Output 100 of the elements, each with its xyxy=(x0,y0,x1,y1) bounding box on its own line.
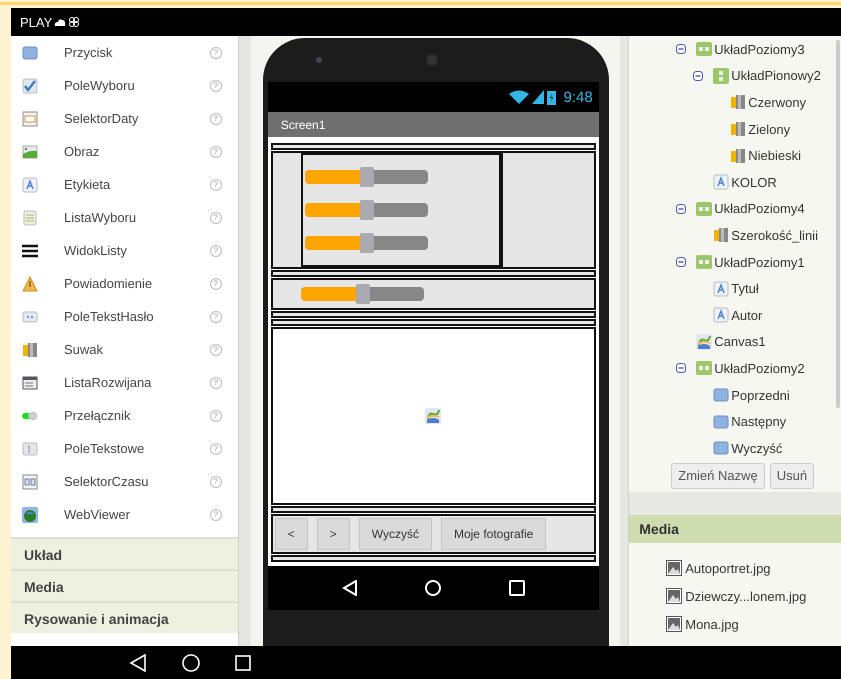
button-icon xyxy=(22,44,38,60)
tree-item[interactable]: UkładPoziomy1 xyxy=(714,254,805,270)
slider-icon xyxy=(730,148,746,164)
canvas[interactable] xyxy=(270,327,596,505)
button-icon xyxy=(713,387,730,404)
slider[interactable] xyxy=(304,170,428,184)
tree-button[interactable]: Zmień Nazwę xyxy=(671,462,765,488)
collapse-icon[interactable] xyxy=(676,44,686,54)
tree-item[interactable]: Canvas1 xyxy=(714,334,766,350)
palette-item[interactable]: WidokListy xyxy=(64,243,210,258)
media-header: Media xyxy=(629,515,841,543)
tree-item[interactable]: UkładPoziomy4 xyxy=(714,201,805,216)
button-icon xyxy=(713,440,730,456)
status-time: 9:48 xyxy=(564,88,593,106)
collapse-icon[interactable] xyxy=(676,257,686,268)
palette-item[interactable]: SelektorDaty xyxy=(64,111,210,126)
tree-item[interactable]: Poprzedni xyxy=(731,388,790,403)
tree-item[interactable]: UkładPoziomy3 xyxy=(714,42,805,57)
home-icon[interactable] xyxy=(182,654,200,672)
palette-section[interactable]: Układ xyxy=(10,537,238,569)
palette-item[interactable]: Suwak xyxy=(64,342,210,357)
tree-item[interactable]: UkładPoziomy2 xyxy=(714,360,805,376)
clock-icon xyxy=(22,474,38,490)
collapse-icon[interactable] xyxy=(676,363,686,374)
password-icon xyxy=(22,308,38,324)
slider[interactable] xyxy=(300,287,424,301)
palette-section[interactable]: Media xyxy=(10,569,238,601)
arrangement-icon xyxy=(696,41,712,58)
palette-item[interactable]: PoleTekstHasło xyxy=(64,309,210,324)
palette-item[interactable]: PoleWyboru xyxy=(64,78,210,93)
signal-icon xyxy=(532,90,544,104)
header-title: PLAY xyxy=(20,14,52,30)
palette-item[interactable]: ListaWyboru xyxy=(64,210,210,225)
palette-item[interactable]: ListaRozwijana xyxy=(64,375,210,390)
dropdown-icon xyxy=(22,374,38,390)
battery-icon xyxy=(546,90,556,104)
calendar-icon xyxy=(22,110,38,126)
canvas-icon xyxy=(425,408,442,424)
slider-thumb[interactable] xyxy=(360,232,374,253)
slider[interactable] xyxy=(304,202,428,217)
media-file[interactable]: Mona.jpg xyxy=(685,616,739,632)
slider-thumb[interactable] xyxy=(356,284,370,304)
image-icon xyxy=(22,144,38,160)
canvas-icon xyxy=(696,334,712,350)
palette-section[interactable]: Rysowanie i animacja xyxy=(10,601,238,633)
screen-title: Screen1 xyxy=(280,118,326,132)
palette-item[interactable]: SelektorCzasu xyxy=(64,474,210,489)
tree-button[interactable]: Usuń xyxy=(770,462,814,488)
slider-thumb[interactable] xyxy=(360,200,374,220)
text-box-icon xyxy=(22,440,38,456)
tree-item[interactable]: UkładPionowy2 xyxy=(731,68,821,84)
home-icon[interactable] xyxy=(425,580,442,596)
cloud-icon xyxy=(54,18,66,26)
tree-item[interactable]: Tytuł xyxy=(731,281,759,296)
back-icon[interactable] xyxy=(342,580,358,596)
palette-item[interactable]: Obraz xyxy=(64,144,210,159)
button-icon xyxy=(713,414,730,430)
wifi-icon xyxy=(508,90,528,104)
media-file[interactable]: Dziewczy...lonem.jpg xyxy=(685,588,806,604)
palette-item[interactable]: PoleTekstowe xyxy=(64,441,210,456)
slider-icon xyxy=(730,94,746,110)
palette-item[interactable]: Etykieta xyxy=(64,177,210,192)
media-file[interactable]: Autoportret.jpg xyxy=(685,560,771,576)
palette-item[interactable]: Przycisk xyxy=(64,45,210,60)
image-icon xyxy=(666,588,682,604)
label-icon xyxy=(22,176,38,192)
phone-button[interactable]: Moje fotografie xyxy=(440,518,546,550)
label-icon xyxy=(713,280,730,297)
collapse-icon[interactable] xyxy=(693,70,704,81)
slider-icon xyxy=(713,227,730,244)
tree-item[interactable]: Następny xyxy=(731,414,786,430)
collapse-icon[interactable] xyxy=(676,204,686,214)
tree-item[interactable]: Czerwony xyxy=(748,94,806,110)
scrollbar[interactable] xyxy=(836,40,840,408)
image-icon xyxy=(666,616,682,632)
recents-icon[interactable] xyxy=(508,580,525,596)
tree-item[interactable]: Autor xyxy=(731,308,762,323)
phone-button[interactable]: Wyczyść xyxy=(358,518,432,550)
tree-item[interactable]: KOLOR xyxy=(731,174,777,190)
slider-icon xyxy=(22,342,38,358)
arrangement-icon xyxy=(696,254,712,270)
tree-item[interactable]: Zielony xyxy=(748,122,790,137)
tree-item[interactable]: Szerokość_linii xyxy=(731,228,818,243)
slider[interactable] xyxy=(304,236,428,250)
slider-thumb[interactable] xyxy=(360,167,374,188)
phone-button[interactable]: < xyxy=(274,518,308,550)
warning-icon xyxy=(22,276,38,292)
palette-item[interactable]: Przełącznik xyxy=(64,408,210,423)
phone-button[interactable]: > xyxy=(316,518,350,550)
checkbox-icon xyxy=(22,78,38,94)
tree-item[interactable]: Niebieski xyxy=(748,148,801,164)
palette-item[interactable]: Powiadomienie xyxy=(64,276,210,291)
globe-icon xyxy=(22,506,38,522)
back-icon[interactable] xyxy=(129,654,147,672)
tree-item[interactable]: Wyczyść xyxy=(731,440,782,456)
palette-item[interactable]: WebViewer xyxy=(64,507,210,522)
arrangement-icon xyxy=(696,200,712,217)
arrangement-icon xyxy=(713,68,730,84)
clover-icon xyxy=(68,16,80,28)
recents-icon[interactable] xyxy=(235,654,251,670)
